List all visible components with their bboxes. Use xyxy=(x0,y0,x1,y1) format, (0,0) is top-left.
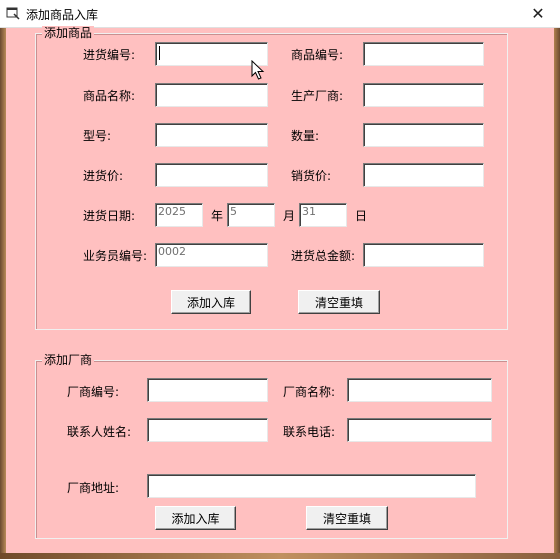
close-icon: ✕ xyxy=(531,4,545,23)
manufacturer-label: 生产厂商: xyxy=(291,89,344,103)
clerk-no-label: 业务员编号: xyxy=(83,249,148,263)
year-unit-label: 年 xyxy=(211,209,224,223)
close-button[interactable]: ✕ xyxy=(516,0,560,27)
clerk-no-input[interactable]: 0002 xyxy=(155,243,268,267)
purchase-price-input[interactable] xyxy=(155,163,268,187)
add-goods-group-title: 添加商品 xyxy=(42,26,95,40)
product-no-label: 商品编号: xyxy=(291,48,344,62)
purchase-date-label: 进货日期: xyxy=(83,209,136,223)
add-vendor-group-title: 添加厂商 xyxy=(42,353,95,367)
window-bottom-edge xyxy=(0,553,560,559)
month-input[interactable]: 5 xyxy=(227,203,275,227)
product-no-input[interactable] xyxy=(363,42,484,66)
year-input[interactable]: 2025 xyxy=(155,203,203,227)
mouse-pointer-icon xyxy=(251,60,265,80)
total-amount-label: 进货总金额: xyxy=(291,249,356,263)
product-name-input[interactable] xyxy=(155,83,268,107)
contact-phone-input[interactable] xyxy=(347,418,492,442)
day-input[interactable]: 31 xyxy=(299,203,347,227)
reset-goods-button[interactable]: 清空重填 xyxy=(298,290,380,314)
quantity-label: 数量: xyxy=(291,129,320,143)
manufacturer-input[interactable] xyxy=(363,83,484,107)
window-title: 添加商品入库 xyxy=(26,8,99,22)
contact-name-input[interactable] xyxy=(147,418,268,442)
sale-price-input[interactable] xyxy=(363,163,484,187)
title-bar: 添加商品入库 ✕ xyxy=(0,0,560,28)
vendor-address-input[interactable] xyxy=(147,474,476,498)
total-amount-input[interactable] xyxy=(363,243,484,267)
vendor-no-label: 厂商编号: xyxy=(67,385,120,399)
model-input[interactable] xyxy=(155,123,268,147)
quantity-input[interactable] xyxy=(363,123,484,147)
month-unit-label: 月 xyxy=(283,209,296,223)
day-unit-label: 日 xyxy=(355,209,368,223)
purchase-price-label: 进货价: xyxy=(83,169,124,183)
app-icon xyxy=(6,7,20,20)
product-name-label: 商品名称: xyxy=(83,89,136,103)
vendor-no-input[interactable] xyxy=(147,378,268,402)
reset-vendor-button[interactable]: 清空重填 xyxy=(306,506,388,530)
sale-price-label: 销货价: xyxy=(291,169,332,183)
vendor-address-label: 厂商地址: xyxy=(67,481,120,495)
vendor-name-label: 厂商名称: xyxy=(283,385,336,399)
purchase-no-label: 进货编号: xyxy=(83,48,136,62)
add-vendor-button[interactable]: 添加入库 xyxy=(155,506,236,530)
model-label: 型号: xyxy=(83,129,112,143)
contact-name-label: 联系人姓名: xyxy=(67,425,132,439)
add-goods-button[interactable]: 添加入库 xyxy=(171,290,251,314)
contact-phone-label: 联系电话: xyxy=(283,425,336,439)
form-client-area: 添加商品 进货编号: 商品编号: 商品名称: 生产厂商: 型号: 数量: 进货价… xyxy=(6,26,554,553)
vendor-name-input[interactable] xyxy=(347,378,492,402)
